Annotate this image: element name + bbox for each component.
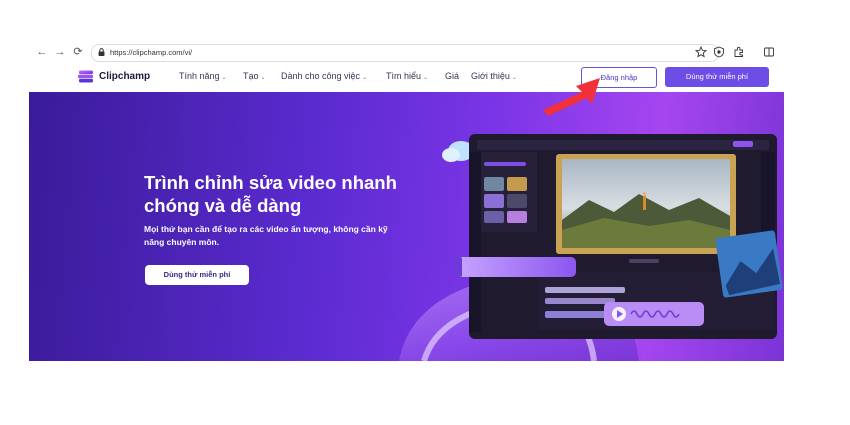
red-arrow-icon [543, 78, 600, 116]
menu-label: Tìm hiểu [386, 71, 422, 81]
site-header: Clipchamp Tính năng ⌄ Tạo ⌄ Dành cho công … [29, 62, 784, 92]
chevron-down-icon: ⌄ [423, 75, 429, 81]
reload-icon[interactable]: ⟳ [71, 45, 85, 59]
menu-item-gia[interactable]: Giá [445, 71, 459, 81]
clipchamp-logo-icon[interactable] [78, 70, 94, 83]
lock-icon [98, 48, 105, 56]
browser-toolbar: ← → ⟳ https://clipchamp.com/vi/ [29, 42, 784, 63]
star-icon[interactable] [695, 46, 707, 58]
editor-mockup-illustration [399, 134, 783, 361]
forward-icon[interactable]: → [53, 45, 67, 59]
menu-item-gioi-thieu[interactable]: Giới thiệu ⌄ [471, 71, 517, 81]
menu-item-danh-cho-cong-viec[interactable]: Dành cho công việc ⌄ [281, 71, 367, 81]
hero-title: Trình chỉnh sửa video nhanh chóng và dễ … [144, 172, 397, 216]
chevron-down-icon: ⌄ [362, 75, 368, 81]
menu-label: Tạo [243, 71, 259, 81]
free-trial-button[interactable]: Dùng thử miễn phí [665, 67, 769, 87]
url-text: https://clipchamp.com/vi/ [110, 48, 193, 57]
extensions-icon[interactable] [733, 46, 745, 58]
menu-item-tinh-nang[interactable]: Tính năng ⌄ [179, 71, 227, 81]
menu-label: Tính năng [179, 71, 220, 81]
menu-label: Giá [445, 71, 460, 81]
hero-subtitle: Mọi thứ bạn cần để tạo ra các video ấn t… [144, 224, 388, 247]
logo-text[interactable]: Clipchamp [99, 71, 150, 82]
address-bar[interactable]: https://clipchamp.com/vi/ [91, 44, 719, 62]
shield-icon[interactable] [713, 46, 725, 58]
menu-item-tao[interactable]: Tạo ⌄ [243, 71, 266, 81]
chevron-down-icon: ⌄ [260, 75, 266, 81]
hero-banner: Trình chỉnh sửa video nhanh chóng và dễ … [29, 92, 784, 361]
menu-label: Dành cho công việc [281, 71, 361, 81]
chevron-down-icon: ⌄ [511, 75, 517, 81]
back-icon[interactable]: ← [35, 45, 49, 59]
menu-label: Giới thiệu [471, 71, 510, 81]
split-screen-icon[interactable] [763, 46, 775, 58]
chevron-down-icon: ⌄ [221, 75, 227, 81]
menu-item-tim-hieu[interactable]: Tìm hiểu ⌄ [386, 71, 428, 81]
hero-free-trial-button[interactable]: Dùng thử miễn phí [145, 265, 249, 285]
